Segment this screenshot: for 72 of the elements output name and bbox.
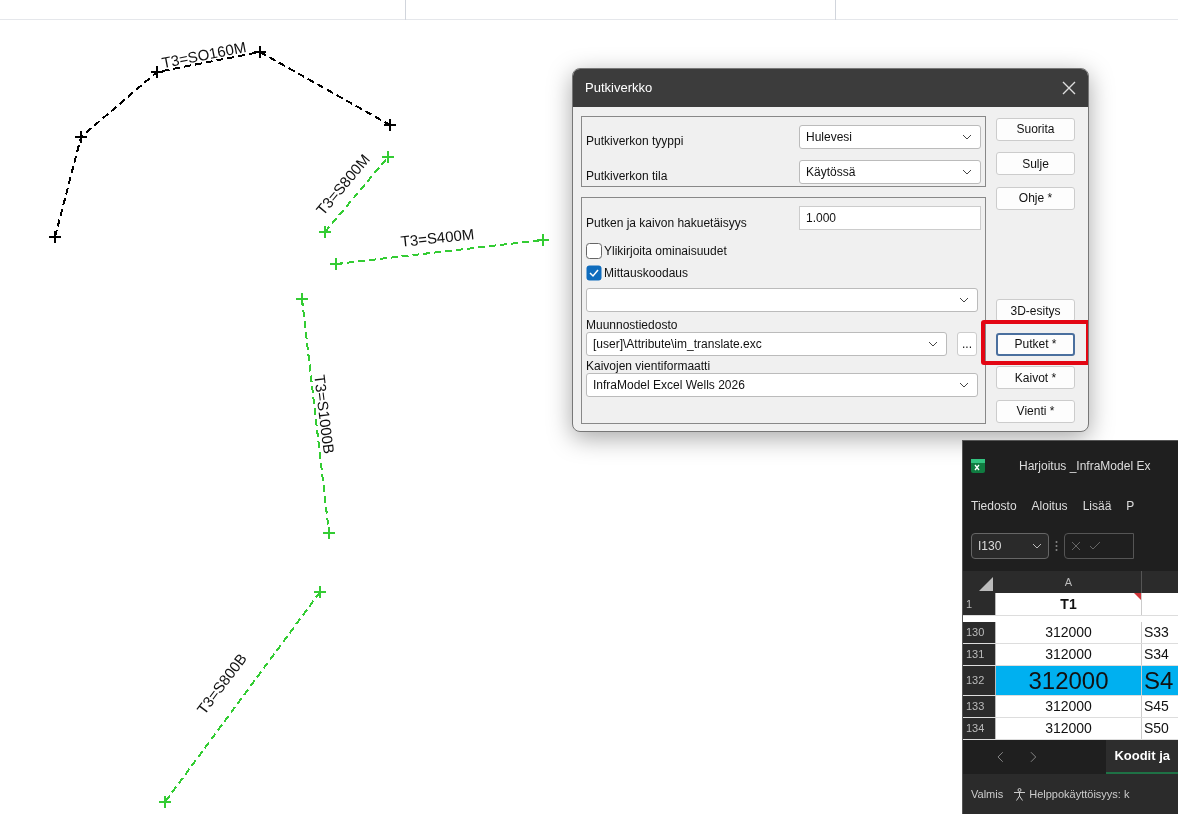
dialog-button[interactable]: 3D-esitys: [996, 299, 1075, 322]
table-cell: 312000: [996, 696, 1142, 717]
dialog-button[interactable]: Kaivot *: [996, 366, 1075, 389]
field-label: Putkiverkon tyyppi: [586, 133, 684, 150]
table-row[interactable]: 132 312000 S4: [963, 666, 1178, 696]
accessibility-icon[interactable]: [1013, 787, 1027, 801]
input-field[interactable]: 1.000: [799, 206, 981, 230]
table-cell: T1: [996, 593, 1142, 615]
table-cell: 312000: [996, 718, 1142, 739]
window-title: Putkiverkko: [585, 79, 653, 98]
more-icon[interactable]: [1055, 540, 1058, 552]
dialog-button[interactable]: Suorita: [996, 117, 1075, 141]
menu-item[interactable]: P: [1126, 497, 1135, 515]
combo-box[interactable]: InfraModel Excel Wells 2026: [586, 373, 978, 397]
table-cell-text: S33: [1143, 623, 1170, 642]
comment-marker: [1134, 593, 1141, 600]
field-label: Putken ja kaivon hakuetäisyys: [586, 215, 747, 232]
checkbox[interactable]: [586, 265, 602, 281]
close-icon[interactable]: [1062, 81, 1076, 95]
checkbox[interactable]: [586, 243, 602, 259]
table-cell: 312000: [996, 666, 1142, 695]
window-title: Harjoitus _InfraModel Ex: [1019, 458, 1151, 475]
table-row[interactable]: 130 312000 S33: [963, 622, 1178, 644]
dialog-button[interactable]: Putket *: [996, 332, 1075, 356]
field-label: Muunnostiedosto: [586, 318, 679, 332]
check-icon[interactable]: [1089, 541, 1101, 551]
menu-item[interactable]: Tiedosto: [971, 497, 1017, 515]
menu-item[interactable]: Aloitus: [1031, 497, 1068, 515]
spreadsheet-app-icon: [971, 459, 985, 473]
pipe-label: T3=S1000B: [311, 373, 338, 455]
combo-box[interactable]: Käytössä: [799, 160, 981, 184]
row-header[interactable]: 134: [963, 718, 996, 739]
checkbox-label: Ylikirjoita ominaisuudet: [604, 243, 727, 260]
select-all-icon[interactable]: [979, 577, 993, 591]
table-row[interactable]: 131 312000 S34: [963, 644, 1178, 666]
table-cell-text: S45: [1143, 697, 1170, 716]
chevron-down-icon: [928, 341, 938, 347]
sheet-tab[interactable]: Koodit ja: [1106, 740, 1178, 774]
accessibility-status[interactable]: Helppokäyttöisyys: k: [1029, 785, 1130, 803]
table-row[interactable]: 134 312000 S50: [963, 718, 1178, 740]
combo-box[interactable]: [user]\Attribute\im_translate.exc: [586, 332, 947, 356]
name-box[interactable]: I130: [971, 533, 1049, 559]
pipe-label: T3=S400M: [399, 225, 475, 250]
dialog-button[interactable]: Vienti *: [996, 399, 1075, 423]
checkbox-label: Mittauskoodaus: [604, 265, 689, 282]
scroll-right-icon[interactable]: [1028, 751, 1037, 763]
table-row[interactable]: 133 312000 S45: [963, 696, 1178, 718]
chevron-down-icon: [959, 297, 969, 303]
table-cell-text: S4: [1143, 666, 1175, 695]
chevron-down-icon: [959, 382, 969, 388]
scroll-left-icon[interactable]: [997, 751, 1005, 763]
row-header[interactable]: 1: [963, 593, 996, 615]
chevron-down-icon: [1032, 543, 1042, 549]
chevron-down-icon: [962, 134, 972, 140]
dialog-button[interactable]: Sulje: [996, 152, 1075, 175]
status-text: Valmis: [971, 786, 1004, 802]
row-header[interactable]: 133: [963, 696, 996, 717]
table-cell-text: S50: [1143, 719, 1170, 738]
menu-item[interactable]: Lisää: [1082, 497, 1112, 515]
row-header[interactable]: 132: [963, 666, 996, 695]
table-cell-text: S34: [1143, 645, 1170, 664]
chevron-down-icon: [962, 169, 972, 175]
field-label: Kaivojen vientiformaatti: [586, 359, 712, 373]
table-cell: 312000: [996, 622, 1142, 643]
dialog-button[interactable]: Ohje *: [996, 186, 1075, 210]
browse-button[interactable]: ...: [957, 332, 977, 356]
combo-box[interactable]: Hulevesi: [799, 125, 981, 149]
row-header[interactable]: 130: [963, 622, 996, 643]
cancel-icon[interactable]: [1071, 541, 1081, 551]
row-header[interactable]: 131: [963, 644, 996, 665]
table-cell: 312000: [996, 644, 1142, 665]
field-label: Putkiverkon tila: [586, 168, 668, 185]
